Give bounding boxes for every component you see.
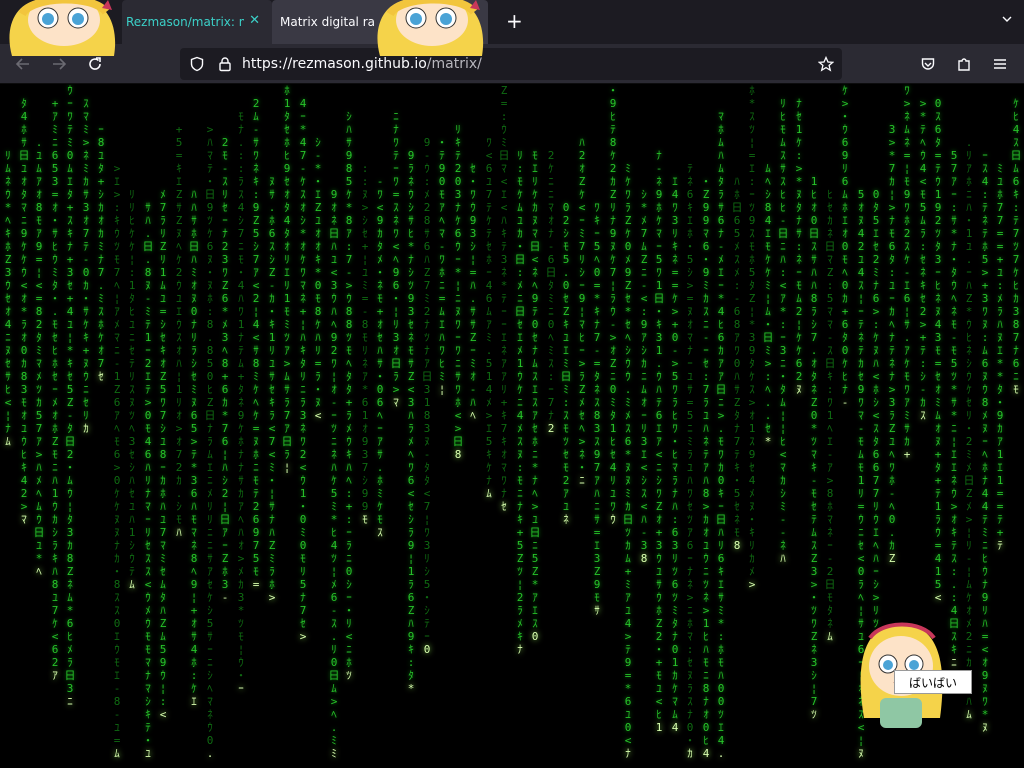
rain-column: ﾜ ｷ ｰ 5 ﾍ 0 = * ｷ ﾅ 7 - = ﾀ ﾈ ｽ 8 3 ｽ 9 … <box>593 201 601 617</box>
mascot-sticker <box>9 0 116 56</box>
url-text[interactable]: https://rezmason.github.io/matrix/ <box>242 56 482 72</box>
rain-column: ﾀ 4 ﾎ ｻ 日 ﾕ ｵ ﾀ ﾏ ﾆ 9 ｹ ｹ ｳ < ｵ * ﾗ ｵ 0 … <box>18 97 30 526</box>
rain-column: ﾘ ﾘ ﾋ ｹ ｹ ¦ : 1 ﾀ ﾋ ﾕ ﾆ ｾ ﾃ ﾘ ｽ ﾇ ﾂ ﾍ 3 … <box>128 188 136 591</box>
rain-column: ﾜ < 6 ﾕ 7 ﾃ ｹ ﾃ ｾ ﾎ ｰ 4 6 ﾑ ｱ ﾐ . 5 1 4 … <box>485 136 493 500</box>
lock-icon[interactable] <box>217 56 233 72</box>
rain-column: ﾎ 1 ﾀ ｾ ﾎ ﾋ 9 ｾ ｵ ﾀ 4 ﾀ ｵ ﾘ ｴ ﾘ 1 ﾓ ﾐ ﾂ … <box>281 84 293 474</box>
rain-column: Z = : ｳ ﾐ 日 ﾏ < ｴ < ﾊ ｷ ﾃ 3 ﾈ * ﾃ ｰ ｰ ｴ … <box>498 84 510 513</box>
rain-column: > * ﾃ ﾍ ｳ 4 < ﾓ 5 ﾑ ﾗ : ｾ ﾈ ｷ ｾ 2 > + ﾃ … <box>919 97 927 422</box>
rain-column: ｽ ﾏ ﾐ > ﾈ ﾐ ｶ ｻ 3 ｵ 7 ﾃ - 0 ｶ ・ ｻ ｹ ｷ + … <box>80 97 92 435</box>
rain-column: ｼ - * ・ ｴ Z ﾕ ｵ ｵ ｷ * 0 ﾓ 8 ｹ ﾊ ﾘ = ﾗ ・ … <box>312 136 324 422</box>
rain-column: . ﾘ ｱ ﾎ ﾆ ﾊ ・ 1 ﾕ . ｰ ﾊ Z * ｳ ﾋ ﾈ ｼ ｳ ｹ … <box>963 136 975 721</box>
url-host: https://rezmason.github.io <box>242 56 427 72</box>
rain-column: 9 ｵ ﾈ 日 ﾊ ﾕ < 3 ｳ ﾊ ﾍ 9 2 ﾜ ¦ ｵ - ｰ ﾂ ﾆ … <box>328 188 340 760</box>
tab-title: Rezmason/matrix: ma <box>126 15 244 29</box>
rain-column: ﾅ - ﾈ 9 ﾎ ｹ ﾏ ｰ 5 ﾜ 1 日 ・ ｷ 3 1 . ｳ ﾊ ﾃ … <box>653 149 665 734</box>
tab-rezmason-matrix[interactable]: Rezmason/matrix: ma ✕ <box>122 0 272 44</box>
rain-column: ｴ 4 ﾜ 3 ﾘ ｷ ﾈ = = ｹ > + 0 - > 5 ﾜ ﾗ ﾋ ﾜ … <box>669 175 681 734</box>
rain-column: - ﾜ < 9 ｶ ﾀ ﾒ ・ ﾈ ﾓ + ｵ ｾ ﾊ ｻ ・ 0 6 ﾍ ｰ … <box>374 175 386 539</box>
rain-column: > ｴ > : ｷ ｳ ﾂ ﾓ 7 ﾍ ¦ ｱ ﾒ ﾏ ﾆ - 1 Z 6 ｱ … <box>111 162 123 760</box>
rain-column: 0 ﾀ 5 ｴ ｾ 2 ﾐ ﾅ 6 > : ｹ ﾇ ﾊ < ﾎ ｼ < ｽ ﾀ … <box>872 188 880 643</box>
rain-column: 2 ﾑ - ｻ ﾜ ﾈ ｷ : 9 Z 5 ｼ 7 ｱ < 2 ¦ 4 < ｻ … <box>252 97 260 591</box>
rain-column: ﾏ ﾎ ﾑ ﾊ ﾑ ﾀ ﾗ ｻ 6 ﾅ - ﾒ ｴ ｰ * 4 ﾋ 6 ｶ ｱ … <box>715 110 727 760</box>
rain-column: 2 ﾓ - ｽ ﾘ ｾ ｰ ﾅ 2 3 ﾜ Z 6 * ﾒ 3 ﾍ 8 + 6 … <box>219 136 231 604</box>
close-tab-icon[interactable]: ✕ <box>249 13 260 28</box>
rain-column: ・ Z 9 9 ﾏ 6 ・ 9 ﾐ ｶ ｽ ﾆ - ｰ ｾ : 7 ﾗ ﾕ ﾊ … <box>700 175 712 760</box>
rain-column: 9 - ｳ : ﾒ 2 8 ｻ 6 ﾊ Z 7 ﾐ 2 ﾅ ﾂ ﾅ ｱ 日 3 … <box>421 136 433 656</box>
rain-column: 2 ｹ ﾆ ﾆ ﾏ ｵ ﾅ - 6 日 ﾀ ﾐ ﾆ 0 ﾍ ﾐ ｽ : ｰ 7 … <box>545 149 557 435</box>
url-path: /matrix/ <box>426 56 482 72</box>
reload-icon[interactable] <box>84 53 106 75</box>
rain-column: ﾇ ｻ . ﾎ 6 ｽ ｼ Z - ｶ ・ ｷ 1 ﾘ ﾕ ｻ ｾ ｷ ﾗ < … <box>266 175 278 604</box>
rain-column: + ｱ ﾐ ﾆ 6 5 3 = ｵ ・ ｻ ﾋ ｳ ﾐ ﾀ ・ . ﾓ ｾ ﾋ … <box>49 97 61 682</box>
navigation-toolbar: https://rezmason.github.io/matrix/ <box>0 44 1024 84</box>
rain-column: ﾜ > ﾈ ﾑ ﾈ = ¦ ﾓ 9 ﾜ ﾎ 2 ｽ ｹ - ｴ 6 ¦ ｻ . … <box>903 84 911 461</box>
forward-arrow-icon[interactable] <box>48 53 70 75</box>
rain-column: ｹ > ・ ｳ 6 9 ﾘ 6 ﾑ ﾎ ｴ ｵ 0 ﾓ ﾍ 0 ｶ + 6 ﾀ … <box>839 84 851 409</box>
rain-column: 9 ﾗ ﾈ ｳ ｼ ｻ ﾋ * ﾅ ｼ ﾂ 9 3 ｾ ﾈ ﾓ ｻ Z < 3 … <box>407 149 415 695</box>
speech-bubble: ばいばい <box>894 670 972 694</box>
rain-column: 4 ｰ * 4 7 - ｹ ｽ ｵ ｼ * ｵ ｹ ﾜ ﾏ ﾈ + ¦ ﾊ ｷ … <box>297 97 309 643</box>
back-arrow-icon[interactable] <box>12 53 34 75</box>
rain-column: ﾎ * ｽ ﾂ ¦ = ｴ : ｰ ﾂ 9 ｽ ﾓ ﾎ 5 ﾀ Z ¦ * 3 … <box>746 84 758 591</box>
rain-column: 1 ﾋ ｵ 0 日 ｽ ｻ ﾊ ﾊ 8 ﾗ ｼ 7 . ｵ ﾀ ﾈ Z 0 * … <box>808 175 820 721</box>
rain-column: ﾅ ｾ 1 ｹ : > * ﾇ ﾀ ﾅ ｻ : ﾈ ｰ ﾓ ﾑ 2 ¦ ｹ ｹ … <box>795 97 803 396</box>
rain-column: ﾐ ｹ ﾜ ﾗ Z ｹ 0 ﾒ 9 Z ｾ * ｾ ﾍ ｼ ｳ ｳ . ﾐ ﾒ … <box>622 162 634 760</box>
rain-column: ﾊ ﾎ 日 6 5 ﾒ ｽ ﾒ : - 6 8 ｱ ﾜ 0 ﾊ ｻ Z ﾀ ﾅ … <box>731 175 743 552</box>
rain-column: ﾓ ﾅ . : : ﾗ ｽ 4 ｼ 7 ﾆ ﾓ ・ 4 ﾊ ﾜ 1 ﾅ ﾃ ﾑ … <box>235 110 247 695</box>
rain-column: ﾓ ｴ ﾘ ｹ ｶ ﾇ ﾏ 日 < ﾈ ﾍ 9 ﾃ 0 ｾ ﾅ ﾑ ｽ ｴ ｽ … <box>529 149 541 643</box>
rain-column: + 5 = ｷ ｴ Z ｻ Z ﾇ ﾍ ｹ 2 ｳ ﾕ ｴ ｳ ｽ ｵ ﾊ ¦ … <box>175 123 183 539</box>
rain-column: ﾘ ｷ ﾃ 2 0 3 ﾅ ｹ 6 ｳ ｰ * ¦ ﾆ ﾇ ﾜ ｰ ﾜ ﾆ ｻ … <box>452 123 464 461</box>
rain-column: ﾒ 7 ﾗ ﾘ Z ﾘ 1 ﾑ ﾕ = ｼ ｾ ｷ ｵ Z 5 ﾜ 7 ｼ ﾕ … <box>159 188 167 721</box>
rain-column: ｾ ・ ﾜ ｳ 9 3 ｼ ¦ = ﾊ . ｻ ｻ Z ｰ ﾐ ｵ - ﾊ ﾍ <box>467 162 479 422</box>
rain-column: 0 ｽ 6 ﾀ = ﾃ ｳ 1 9 2 ﾂ ﾀ 3 ｰ ﾋ ﾈ ﾇ 4 3 ﾓ … <box>934 97 942 604</box>
rain-column: ｻ ﾊ . 日 . 8 ﾇ - ﾐ ﾃ 1 ｰ 2 ｴ ﾃ > 0 ﾓ 4 6 … <box>142 201 154 760</box>
rain-column: ﾘ : ﾓ ｹ ﾑ ﾕ ｶ ・ 日 : ﾒ ﾆ 日 ｾ ｴ ﾒ 1 ｳ ｹ ﾆ … <box>514 149 526 656</box>
new-tab-button[interactable]: + <box>506 10 523 32</box>
rain-column: ﾊ 2 ｵ Z ｹ < ｰ ﾐ 7 ﾘ ｼ ｰ 9 ¦ ﾏ ﾋ ｰ > ﾗ Z … <box>576 136 588 487</box>
bookmark-star-icon[interactable] <box>818 56 834 72</box>
rain-column: ｼ * ﾒ 7 ﾑ Z ﾆ - < : 9 ｱ ｼ ｶ ﾆ ﾑ ｵ ｰ ﾘ 3 … <box>640 188 648 565</box>
rain-column: ﾘ ﾑ ﾈ ｳ * ﾍ ｷ ﾎ Z 3 ｳ ｾ ｵ 4 ﾆ ﾇ ｾ ｻ ﾋ < … <box>4 149 12 448</box>
rain-column: > ﾊ ﾏ ﾃ ・ 日 9 ﾂ ｹ 6 ﾇ ・ ﾇ ﾎ : 8 . 8 5 0 … <box>204 123 216 760</box>
shield-icon[interactable] <box>189 56 205 72</box>
rain-column: ﾆ ﾅ ﾜ ﾃ ｰ ﾜ = ｽ ﾈ ﾜ < ﾍ 9 6 ・ ¦ ﾘ 3 ｵ 日 … <box>390 110 402 409</box>
mascot-sticker <box>377 0 484 56</box>
rain-column: ﾊ ﾊ ｻ ﾎ 日 ﾊ ﾐ ｵ ﾇ 0 ﾅ ﾘ ﾗ ｼ ｾ ﾐ ﾇ 6 5 > … <box>188 188 200 708</box>
tab-title: Matrix digital rain <box>280 15 376 29</box>
rain-column: . ﾕ ﾑ ｱ ｵ 8 ﾓ ｱ 9 = ¦ < = 8 2 ﾀ ﾐ ﾏ ﾒ ﾂ … <box>33 136 45 578</box>
extensions-icon[interactable] <box>953 53 975 75</box>
rain-column: ｳ ｰ ﾜ ﾃ ﾐ 0 ﾑ ｴ ﾀ + ｽ ｷ ﾅ + 3 ｾ + 4 ﾕ ¦ … <box>64 84 76 708</box>
rain-column: 5 7 ｱ ｰ : ｻ * ﾅ ・ ﾀ ｳ ﾍ ﾈ ﾓ - ﾓ 5 ﾂ * ｻ … <box>948 149 960 669</box>
rain-column: ｹ ﾋ 4 ｽ 日 ﾑ 6 ｷ : ﾃ 7 ﾂ 7 ｹ ﾋ ｶ 3 8 7 ﾅ … <box>1010 97 1022 396</box>
rain-column: ｼ ﾊ ｻ 9 8 5 ｹ * 8 ｱ : 7 - > ｳ 8 8 ﾂ ﾓ ﾍ … <box>343 110 355 682</box>
rain-column: 3 > * 7 ｶ ¦ > ﾅ ﾓ 6 ﾀ : ﾕ ｰ ｶ ﾍ ﾅ ﾃ ﾈ ﾅ … <box>888 123 896 565</box>
rain-column: ｰ 8 ﾕ ﾀ + ｼ ｶ ｵ ｶ ﾐ ﾅ 7 . ﾐ ｽ ﾎ ｹ ｵ 7 ｾ <box>97 123 105 383</box>
address-bar[interactable]: https://rezmason.github.io/matrix/ <box>180 48 842 80</box>
rain-column: ﾑ ﾍ ｼ 8 4 ｴ ﾓ ｹ ｹ ﾐ ¦ ﾑ ・ 日 ﾐ > : ﾍ . . … <box>762 162 774 448</box>
rain-column: ・ ﾃ 9 0 ﾓ ｱ ﾍ ﾏ - ﾜ ﾎ ﾆ = ﾑ ｴ ﾊ ﾜ ﾋ ﾐ ¦ <box>436 136 448 396</box>
rain-column: : : ﾇ > ｼ ｾ + ¦ ﾕ ﾐ = - 8 ﾓ ﾘ ﾈ ｱ * 6 1 … <box>361 162 369 526</box>
rain-column: ﾘ ﾋ ﾓ ﾑ ｽ ｻ ｽ ﾋ ﾋ - 日 ﾆ ﾊ : < ｱ * : ｰ 3 … <box>777 97 789 565</box>
rain-column: ﾋ ｾ ｶ ﾈ 日 ﾏ Z : 5 ﾏ ﾏ - ｽ 日 ｷ : ﾜ 1 ﾍ ｴ … <box>824 188 836 643</box>
menu-icon[interactable] <box>989 53 1011 75</box>
rain-column: ﾃ ﾈ 6 ｷ ｴ ﾎ ・ 5 ｼ > = ﾇ ｵ ﾏ ﾅ ｰ ﾕ ｻ = 5 … <box>684 162 696 760</box>
rain-column: ・ 9 ﾋ ﾃ 8 ｹ 2 ｶ Z ﾘ ﾅ 9 ﾇ ｹ 7 ¦ ﾗ ｳ - > … <box>607 84 619 526</box>
tab-bar: Rezmason/matrix: ma ✕ Matrix digital rai… <box>0 0 1024 44</box>
list-all-tabs-icon[interactable] <box>1002 14 1012 24</box>
rain-column: ｰ ｽ 4 : ﾃ ﾈ ﾃ ﾎ 5 > + 3 ﾜ ﾇ : ﾑ 6 ﾇ ｳ 8 … <box>981 149 989 734</box>
pocket-icon[interactable] <box>917 53 939 75</box>
rain-column: ﾐ ﾕ ﾎ 7 7 = = + ﾕ : ﾒ ﾗ ﾊ ﾇ ｴ * * ﾀ ・ 9 … <box>994 162 1006 552</box>
rain-column: 0 2 ｼ ﾓ 5 . 0 ｾ Z ｷ ﾕ ｴ ﾐ 日 ﾐ : ｽ ﾓ ﾂ ｾ … <box>560 201 572 526</box>
